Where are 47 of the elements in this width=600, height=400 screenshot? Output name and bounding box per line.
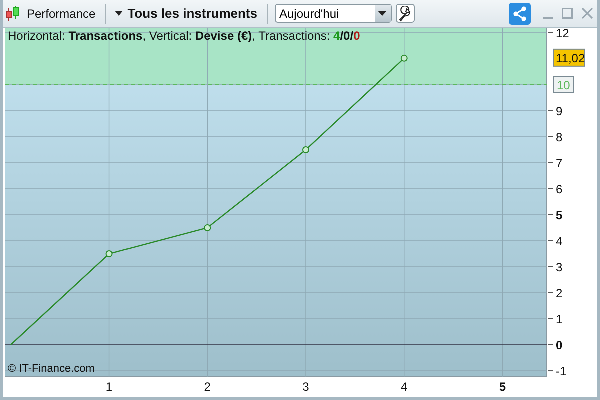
y-axis-label: 7 [556, 156, 563, 170]
y-axis-label: 5 [556, 208, 563, 222]
close-icon[interactable] [582, 8, 593, 19]
credit-text: © IT-Finance.com [8, 363, 95, 375]
chart-info-text: Horizontal: Transactions, Vertical: Devise (€), Transactions: 4/0/0 [8, 29, 360, 43]
y-tick-mark [548, 240, 554, 242]
data-point [204, 224, 212, 232]
y-axis-label: 4 [556, 234, 563, 248]
y-axis-label: 9 [556, 104, 563, 118]
caret-icon [114, 11, 123, 16]
candlestick-icon [5, 6, 21, 22]
y-tick-mark [548, 136, 554, 138]
threshold-badge: 10 [554, 76, 574, 94]
y-tick-mark [548, 344, 554, 346]
y-tick-mark [548, 32, 554, 34]
data-point [106, 250, 113, 258]
x-axis-label: 5 [499, 380, 506, 394]
y-tick-mark [548, 214, 554, 216]
last-value-badge: 11,02 [554, 48, 586, 67]
y-axis-label: 12 [556, 28, 570, 40]
y-axis-label: 0 [556, 338, 563, 353]
performance-button[interactable]: Performance [25, 6, 98, 20]
caret-icon [378, 11, 387, 16]
x-axis-label: 2 [204, 380, 211, 394]
y-tick-mark [548, 188, 554, 190]
maximize-icon[interactable] [562, 8, 573, 19]
y-axis-label: 8 [556, 130, 563, 144]
data-point [400, 54, 408, 62]
period-dropdown[interactable]: Aujourd'hui [274, 4, 392, 23]
y-tick-label: 10 [557, 78, 571, 92]
x-axis-label: 1 [106, 380, 113, 394]
x-axis-label: 4 [401, 380, 408, 394]
y-tick-mark [548, 162, 554, 164]
y-tick-mark [548, 370, 554, 372]
y-tick-mark [548, 292, 554, 294]
x-axis-label: 3 [302, 380, 310, 394]
y-tick-mark [548, 318, 554, 320]
y-axis-label: 2 [556, 286, 563, 300]
y-tick-mark [548, 266, 554, 268]
instruments-dropdown[interactable]: Tous les instruments [112, 6, 260, 21]
y-axis-label: 1 [556, 312, 563, 326]
y-axis-label: -1 [556, 364, 567, 379]
y-axis-label: 6 [556, 182, 563, 196]
wrench-button[interactable] [396, 4, 414, 23]
y-axis-label: 3 [556, 260, 563, 274]
y-tick-mark [548, 110, 554, 112]
share-button[interactable] [509, 2, 531, 24]
